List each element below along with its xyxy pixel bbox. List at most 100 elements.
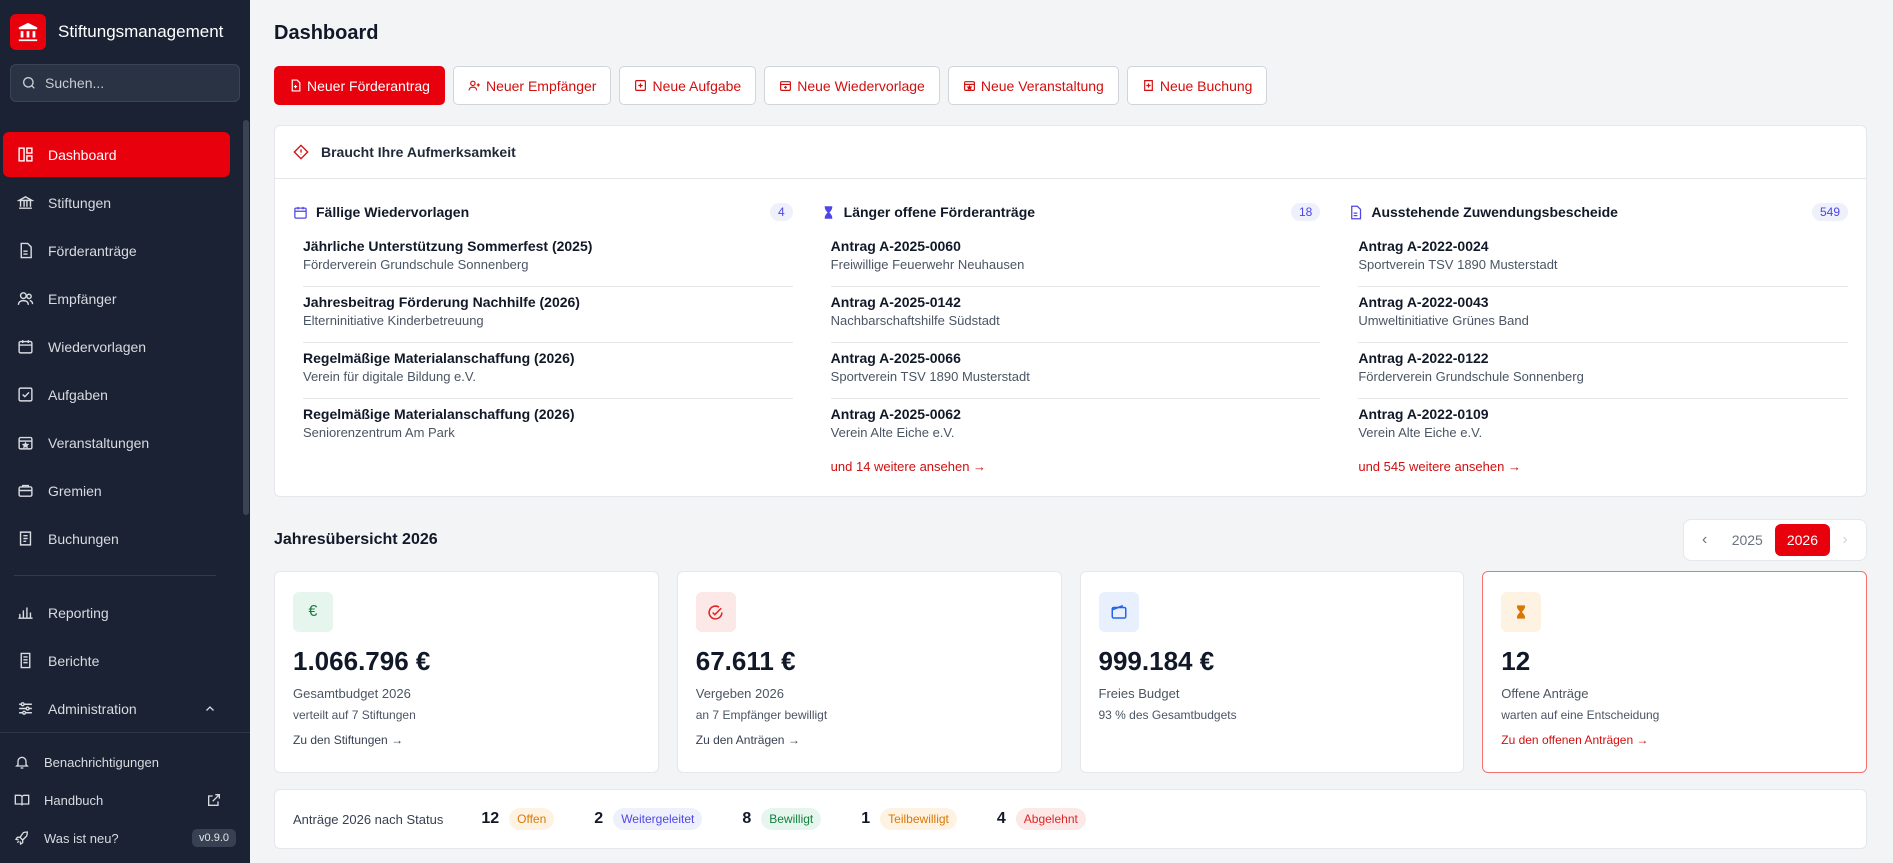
list-item[interactable]: Antrag A-2025-0066 Sportverein TSV 1890 … (830, 343, 1321, 399)
year-option-prev[interactable]: 2025 (1720, 524, 1775, 556)
chevron-right-icon: › (1842, 531, 1848, 548)
status-count: 1 (861, 810, 871, 827)
kpi-value: 12 (1501, 646, 1531, 676)
sidebar-item-administration[interactable]: Administration (3, 686, 230, 731)
sidebar-item-stiftungen[interactable]: Stiftungen (3, 180, 230, 225)
check-circle-icon (695, 592, 736, 632)
list-item[interactable]: Regelmäßige Materialanschaffung (2026) S… (303, 399, 793, 455)
sidebar-scrollbar[interactable] (243, 120, 249, 515)
external-link-icon (208, 794, 220, 806)
kpi-card-total-budget: € 1.066.796 € Gesamtbudget 2026 verteilt… (274, 571, 659, 773)
sidebar-item-label: Gremien (48, 482, 102, 499)
brand[interactable]: Stiftungsmanagement (0, 0, 250, 64)
item-title: Antrag A-2025-0066 (830, 350, 961, 366)
new-event-label: Neue Veranstaltung (980, 77, 1104, 94)
status-count: 8 (742, 810, 752, 827)
list-item[interactable]: Antrag A-2025-0142 Nachbarschaftshilfe S… (830, 287, 1321, 343)
wallet-icon (1098, 592, 1139, 632)
kpi-cards: € 1.066.796 € Gesamtbudget 2026 verteilt… (274, 571, 1867, 773)
kpi-label: Freies Budget (1098, 686, 1180, 701)
year-option-current[interactable]: 2026 (1774, 524, 1830, 556)
status-badge: Weitergeleitet (613, 808, 703, 830)
list-item[interactable]: Antrag A-2022-0043 Umweltinitiative Grün… (1358, 287, 1849, 343)
list-item[interactable]: Antrag A-2025-0060 Freiwillige Feuerwehr… (830, 231, 1321, 287)
new-booking-button[interactable]: Neue Buchung (1126, 66, 1268, 105)
chevron-up-icon[interactable] (204, 703, 216, 715)
status-item-partially-approved[interactable]: 1 Teilbewilligt (861, 808, 957, 830)
bar-chart-icon (18, 607, 33, 619)
event-icon (18, 436, 33, 450)
status-count: 12 (481, 810, 500, 827)
sidebar-item-label: Buchungen (48, 530, 119, 547)
item-subtitle: Sportverein TSV 1890 Musterstadt (830, 369, 1030, 384)
receipt-plus-icon (1143, 80, 1153, 91)
list-item[interactable]: Jährliche Unterstützung Sommerfest (2025… (303, 231, 793, 287)
sidebar-item-aufgaben[interactable]: Aufgaben (3, 372, 230, 417)
status-item-rejected[interactable]: 4 Abgelehnt (997, 808, 1086, 830)
whats-new-link[interactable]: Was ist neu? v0.9.0 (0, 819, 250, 857)
handbook-link[interactable]: Handbuch (0, 781, 250, 819)
column-header: Länger offene Förderanträge 18 (821, 201, 1321, 223)
version-badge: v0.9.0 (192, 829, 236, 847)
dashboard-icon (18, 147, 33, 162)
notifications-label: Benachrichtigungen (44, 754, 159, 770)
item-subtitle: Sportverein TSV 1890 Musterstadt (1358, 257, 1558, 272)
document-icon (1351, 205, 1362, 219)
quick-actions: Neuer Förderantrag Neuer Empfänger Neue … (274, 66, 1867, 105)
list-item[interactable]: Jahresbeitrag Förderung Nachhilfe (2026)… (303, 287, 793, 343)
sidebar-item-label: Empfänger (48, 290, 117, 307)
list-item[interactable]: Antrag A-2022-0122 Förderverein Grundsch… (1358, 343, 1849, 399)
sliders-icon (19, 702, 32, 715)
users-icon (17, 292, 34, 305)
sidebar-item-dashboard[interactable]: Dashboard (3, 132, 230, 177)
sidebar-item-wiedervorlagen[interactable]: Wiedervorlagen (3, 324, 230, 369)
status-summary: Anträge 2026 nach Status 12 Offen 2 Weit… (274, 789, 1867, 849)
new-recipient-button[interactable]: Neuer Empfänger (452, 66, 612, 105)
status-item-forwarded[interactable]: 2 Weitergeleitet (594, 808, 703, 830)
column-header: Fällige Wiedervorlagen 4 (293, 201, 793, 223)
kpi-link[interactable]: Zu den Anträgen → (696, 733, 1043, 747)
list-item[interactable]: Antrag A-2025-0062 Verein Alte Eiche e.V… (831, 399, 1321, 455)
view-more-link[interactable]: und 545 weitere ansehen → (1348, 455, 1848, 477)
item-title: Antrag A-2022-0109 (1358, 406, 1489, 422)
sidebar-item-buchungen[interactable]: Buchungen (3, 516, 230, 561)
chevron-left-icon[interactable]: ‹ (1690, 531, 1720, 549)
new-task-button[interactable]: Neue Aufgabe (619, 66, 757, 105)
new-followup-button[interactable]: Neue Wiedervorlage (764, 66, 940, 105)
kpi-link[interactable]: Zu den offenen Anträgen → (1501, 733, 1848, 747)
sidebar-item-label: Dashboard (48, 146, 117, 163)
item-title: Regelmäßige Materialanschaffung (2026) (303, 406, 575, 422)
new-application-button[interactable]: Neuer Förderantrag (274, 66, 445, 105)
sidebar-item-gremien[interactable]: Gremien (3, 468, 230, 513)
notifications-link[interactable]: Benachrichtigungen (0, 743, 250, 781)
view-more-link[interactable]: und 14 weitere ansehen → (821, 455, 1321, 477)
kpi-value: 1.066.796 € (293, 646, 431, 676)
list-item[interactable]: Antrag A-2022-0024 Sportverein TSV 1890 … (1358, 231, 1849, 287)
item-subtitle: Umweltinitiative Grünes Band (1358, 313, 1529, 328)
sidebar-item-foerderantraege[interactable]: Förderanträge (3, 228, 230, 273)
sidebar-item-veranstaltungen[interactable]: Veranstaltungen (3, 420, 230, 465)
checkbox-icon (18, 387, 33, 402)
status-item-open[interactable]: 12 Offen (481, 808, 555, 830)
sidebar-item-berichte[interactable]: Berichte (3, 638, 230, 683)
status-item-approved[interactable]: 8 Bewilligt (742, 808, 822, 830)
search-box[interactable] (10, 64, 240, 102)
new-followup-label: Neue Wiedervorlage (797, 77, 925, 94)
sidebar-item-reporting[interactable]: Reporting (3, 590, 230, 635)
item-title: Antrag A-2022-0024 (1358, 238, 1489, 254)
list-item[interactable]: Antrag A-2022-0109 Verein Alte Eiche e.V… (1358, 399, 1848, 455)
kpi-link[interactable]: Zu den Stiftungen → (293, 733, 640, 747)
new-event-button[interactable]: Neue Veranstaltung (947, 66, 1119, 105)
calendar-plus-icon (780, 81, 792, 91)
receipt-icon (19, 531, 32, 546)
new-task-label: Neue Aufgabe (652, 77, 742, 94)
item-subtitle: Seniorenzentrum Am Park (303, 425, 455, 440)
status-summary-label: Anträge 2026 nach Status (293, 811, 444, 827)
page-title: Dashboard (274, 22, 379, 44)
sidebar-item-empfaenger[interactable]: Empfänger (3, 276, 230, 321)
list-item[interactable]: Regelmäßige Materialanschaffung (2026) V… (303, 343, 793, 399)
sidebar-item-label: Förderanträge (48, 242, 137, 259)
search-input[interactable] (45, 75, 215, 91)
year-switcher: ‹ 2025 2026 › (1682, 519, 1867, 561)
item-title: Regelmäßige Materialanschaffung (2026) (303, 350, 575, 366)
